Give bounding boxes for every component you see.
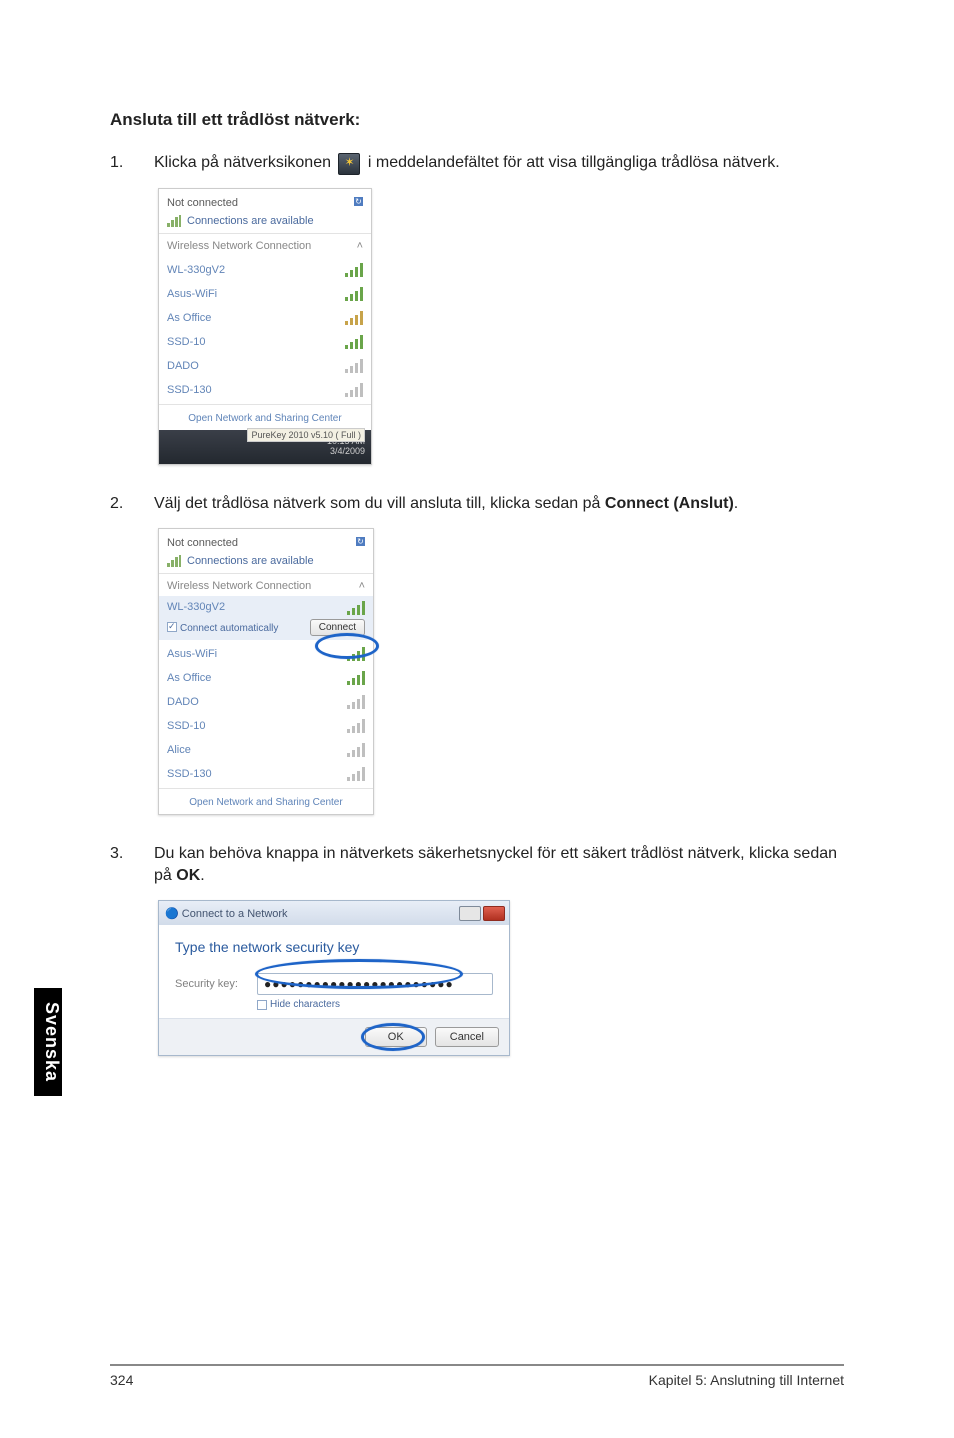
collapse-icon[interactable]: ˄ bbox=[357, 240, 363, 252]
label-not-connected: Not connected bbox=[167, 197, 314, 209]
signal-icon bbox=[167, 555, 181, 567]
label-connect-auto: Connect automatically bbox=[180, 623, 278, 634]
step-1-text-b: i meddelandefältet för att visa tillgäng… bbox=[368, 154, 780, 171]
signal-strength-icon bbox=[345, 335, 363, 349]
network-item[interactable]: As Office bbox=[159, 306, 371, 330]
screenshot-network-list-1: Not connected Connections are available … bbox=[158, 188, 372, 465]
link-open-network-sharing-center[interactable]: Open Network and Sharing Center bbox=[159, 404, 371, 430]
step-3-bold: OK bbox=[176, 867, 200, 884]
step-1-text-a: Klicka på nätverksikonen bbox=[154, 154, 335, 171]
network-ssid: DADO bbox=[167, 696, 199, 708]
network-item[interactable]: SSD-10 bbox=[159, 714, 373, 738]
refresh-icon[interactable]: ↻ bbox=[354, 197, 363, 206]
signal-strength-icon bbox=[347, 601, 365, 615]
network-ssid: SSD-10 bbox=[167, 720, 206, 732]
cancel-button[interactable]: Cancel bbox=[435, 1027, 499, 1047]
taskbar-tooltip: PureKey 2010 v5.10 ( Full ) bbox=[247, 428, 365, 442]
screenshot-security-key-dialog: 🔵 Connect to a Network Type the network … bbox=[158, 900, 510, 1056]
signal-strength-icon bbox=[345, 311, 363, 325]
network-ssid: SSD-130 bbox=[167, 768, 212, 780]
step-3-number: 3. bbox=[110, 843, 154, 886]
step-2-number: 2. bbox=[110, 493, 154, 515]
collapse-icon[interactable]: ˄ bbox=[359, 580, 365, 592]
label-connections-available: Connections are available bbox=[187, 215, 314, 227]
step-2: 2. Välj det trådlösa nätverk som du vill… bbox=[110, 493, 844, 515]
network-item[interactable]: WL-330gV2 bbox=[159, 258, 371, 282]
label-not-connected-2: Not connected bbox=[167, 537, 314, 549]
network-item[interactable]: Asus-WiFi bbox=[159, 642, 373, 666]
screenshot-network-list-2: Not connected Connections are available … bbox=[158, 528, 374, 815]
network-list-2: Asus-WiFi As Office DADO SSD-10 Alice SSD-130 bbox=[159, 640, 373, 788]
label-connections-available-2: Connections are available bbox=[187, 555, 314, 567]
minimize-button[interactable] bbox=[459, 906, 481, 921]
section-heading: Ansluta till ett trådlöst nätverk: bbox=[110, 110, 844, 130]
signal-strength-icon bbox=[345, 359, 363, 373]
signal-strength-icon bbox=[347, 743, 365, 757]
label-hide-characters: Hide characters bbox=[270, 999, 340, 1010]
page-number: 324 bbox=[110, 1372, 133, 1388]
ok-button[interactable]: OK bbox=[365, 1027, 427, 1047]
signal-icon bbox=[167, 215, 181, 227]
signal-strength-icon bbox=[345, 383, 363, 397]
step-3-text-a: Du kan behöva knappa in nätverkets säker… bbox=[154, 845, 837, 884]
network-ssid: As Office bbox=[167, 312, 211, 324]
network-item[interactable]: Asus-WiFi bbox=[159, 282, 371, 306]
signal-strength-icon bbox=[347, 671, 365, 685]
network-item[interactable]: SSD-130 bbox=[159, 378, 371, 402]
step-3-text-b: . bbox=[200, 867, 204, 884]
signal-strength-icon bbox=[347, 719, 365, 733]
label-wireless-connection: Wireless Network Connection bbox=[167, 240, 311, 252]
chapter-title: Kapitel 5: Anslutning till Internet bbox=[649, 1372, 844, 1388]
label-security-key: Security key: bbox=[175, 978, 257, 990]
label-wireless-connection-2: Wireless Network Connection bbox=[167, 580, 311, 592]
network-item[interactable]: SSD-130 bbox=[159, 762, 373, 786]
network-list-1: WL-330gV2 Asus-WiFi As Office SSD-10 DADO SSD… bbox=[159, 256, 371, 404]
network-ssid: SSD-10 bbox=[167, 336, 206, 348]
step-2-text-b: . bbox=[734, 495, 738, 512]
connect-button[interactable]: Connect bbox=[310, 619, 365, 636]
step-3: 3. Du kan behöva knappa in nätverkets sä… bbox=[110, 843, 844, 886]
network-item-selected[interactable]: WL-330gV2 Connect automatically Connect bbox=[159, 596, 373, 640]
network-item[interactable]: SSD-10 bbox=[159, 330, 371, 354]
link-open-network-sharing-center-2[interactable]: Open Network and Sharing Center bbox=[159, 788, 373, 814]
refresh-icon[interactable]: ↻ bbox=[356, 537, 365, 546]
network-item[interactable]: DADO bbox=[159, 690, 373, 714]
network-ssid: Asus-WiFi bbox=[167, 648, 217, 660]
signal-strength-icon bbox=[347, 695, 365, 709]
network-ssid: As Office bbox=[167, 672, 211, 684]
step-1-number: 1. bbox=[110, 152, 154, 174]
signal-strength-icon bbox=[345, 287, 363, 301]
network-item[interactable]: As Office bbox=[159, 666, 373, 690]
network-item[interactable]: Alice bbox=[159, 738, 373, 762]
signal-strength-icon bbox=[345, 263, 363, 277]
network-item[interactable]: DADO bbox=[159, 354, 371, 378]
step-2-text-a: Välj det trådlösa nätverk som du vill an… bbox=[154, 495, 605, 512]
signal-strength-icon bbox=[347, 767, 365, 781]
close-button[interactable] bbox=[483, 906, 505, 921]
checkbox-hide-characters[interactable] bbox=[257, 1000, 267, 1010]
step-1: 1. Klicka på nätverksikonen i meddelande… bbox=[110, 152, 844, 174]
step-2-bold: Connect (Anslut) bbox=[605, 495, 734, 512]
network-ssid: Asus-WiFi bbox=[167, 288, 217, 300]
selected-ssid: WL-330gV2 bbox=[167, 601, 225, 615]
network-tray-icon bbox=[338, 153, 360, 175]
network-ssid: DADO bbox=[167, 360, 199, 372]
taskbar-date: 3/4/2009 bbox=[327, 447, 365, 457]
network-ssid: SSD-130 bbox=[167, 384, 212, 396]
language-tab: Svenska bbox=[34, 988, 62, 1096]
dialog-title: Connect to a Network bbox=[182, 908, 288, 920]
security-key-input[interactable] bbox=[257, 973, 493, 995]
taskbar: PureKey 2010 v5.10 ( Full ) 10:15 AM3/4/… bbox=[159, 430, 371, 464]
dialog-instruction: Type the network security key bbox=[175, 939, 493, 955]
network-ssid: Alice bbox=[167, 744, 191, 756]
dialog-titlebar: 🔵 Connect to a Network bbox=[159, 901, 509, 925]
checkbox-connect-auto[interactable] bbox=[167, 622, 177, 632]
signal-strength-icon bbox=[347, 647, 365, 661]
network-ssid: WL-330gV2 bbox=[167, 264, 225, 276]
